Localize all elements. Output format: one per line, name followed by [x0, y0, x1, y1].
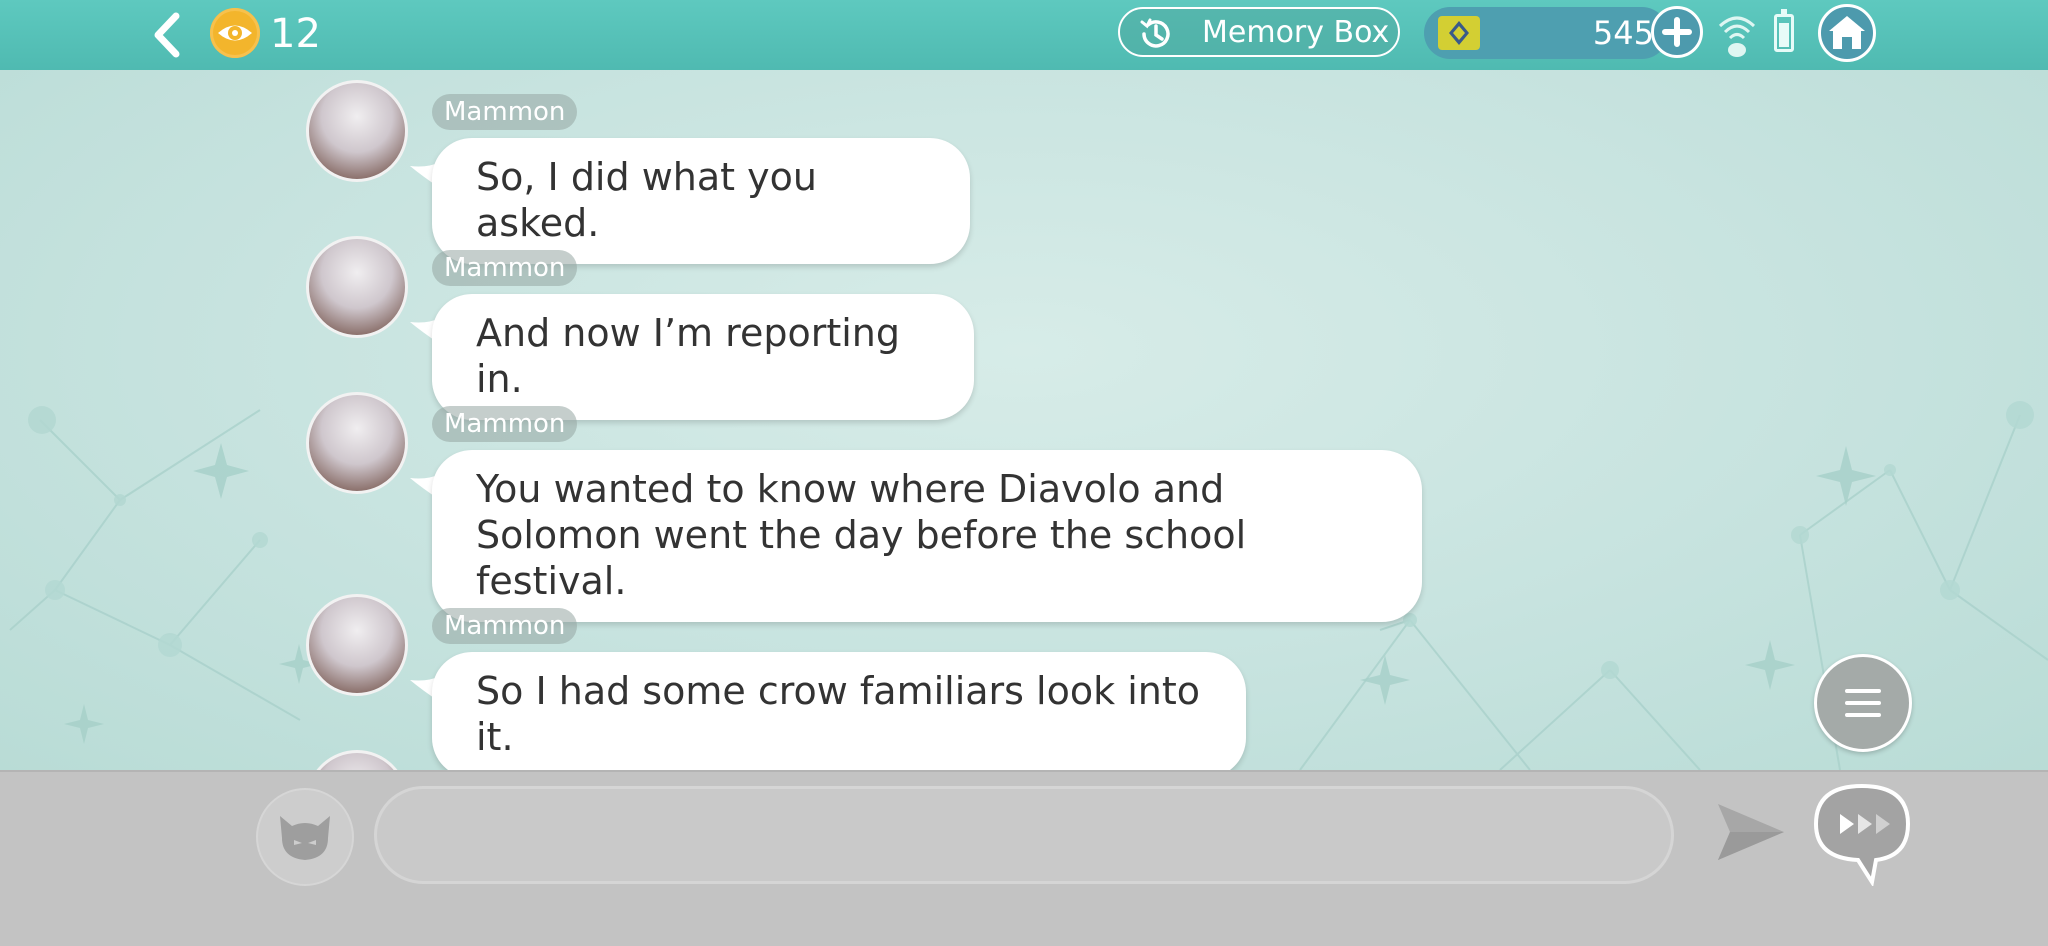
- message-bubble: So I had some crow familiars look into i…: [432, 652, 1246, 770]
- eye-icon: [210, 8, 260, 58]
- plus-icon[interactable]: [1651, 6, 1703, 58]
- auto-advance-icon: [1813, 783, 1911, 888]
- message-input[interactable]: [374, 786, 1674, 884]
- menu-button[interactable]: [1814, 654, 1912, 752]
- send-icon: [1718, 804, 1784, 860]
- avatar: [306, 392, 408, 494]
- send-button[interactable]: [1716, 800, 1786, 864]
- gem-icon: [1438, 16, 1480, 50]
- menu-icon: [1845, 689, 1881, 717]
- message-bubble: You wanted to know where Diavolo and Sol…: [432, 450, 1422, 622]
- speaker-name: Mammon: [432, 94, 578, 130]
- memory-box-label: Memory Box: [1202, 15, 1390, 50]
- chat-area[interactable]: Mammon So, I did what you asked. Mammon …: [0, 70, 2048, 770]
- message-bubble: And now I’m reporting in.: [432, 294, 974, 420]
- history-clock-icon: [1136, 14, 1176, 54]
- avatar: [306, 594, 408, 696]
- devil-face-icon: [280, 816, 330, 860]
- home-icon[interactable]: [1818, 4, 1876, 62]
- avatar: [306, 236, 408, 338]
- auto-advance-button[interactable]: [1812, 782, 1912, 888]
- speaker-name: Mammon: [432, 406, 578, 442]
- message-bubble: So, I did what you asked.: [432, 138, 970, 264]
- speaker-name: Mammon: [432, 250, 578, 286]
- stamp-button[interactable]: [256, 788, 354, 886]
- memory-box-button[interactable]: Memory Box: [1118, 7, 1400, 57]
- avatar: [306, 80, 408, 182]
- message-input-bar: [0, 770, 2048, 946]
- currency-display: 545: [1424, 7, 1668, 59]
- speaker-name: Mammon: [432, 608, 578, 644]
- wifi-signal-icon: [1714, 8, 1760, 58]
- views-count: 12: [270, 11, 321, 57]
- currency-amount: 545: [1592, 14, 1654, 52]
- top-bar: 12 Memory Box 545: [0, 0, 2048, 70]
- battery-icon: [1774, 9, 1794, 52]
- back-chevron-icon[interactable]: [148, 12, 188, 58]
